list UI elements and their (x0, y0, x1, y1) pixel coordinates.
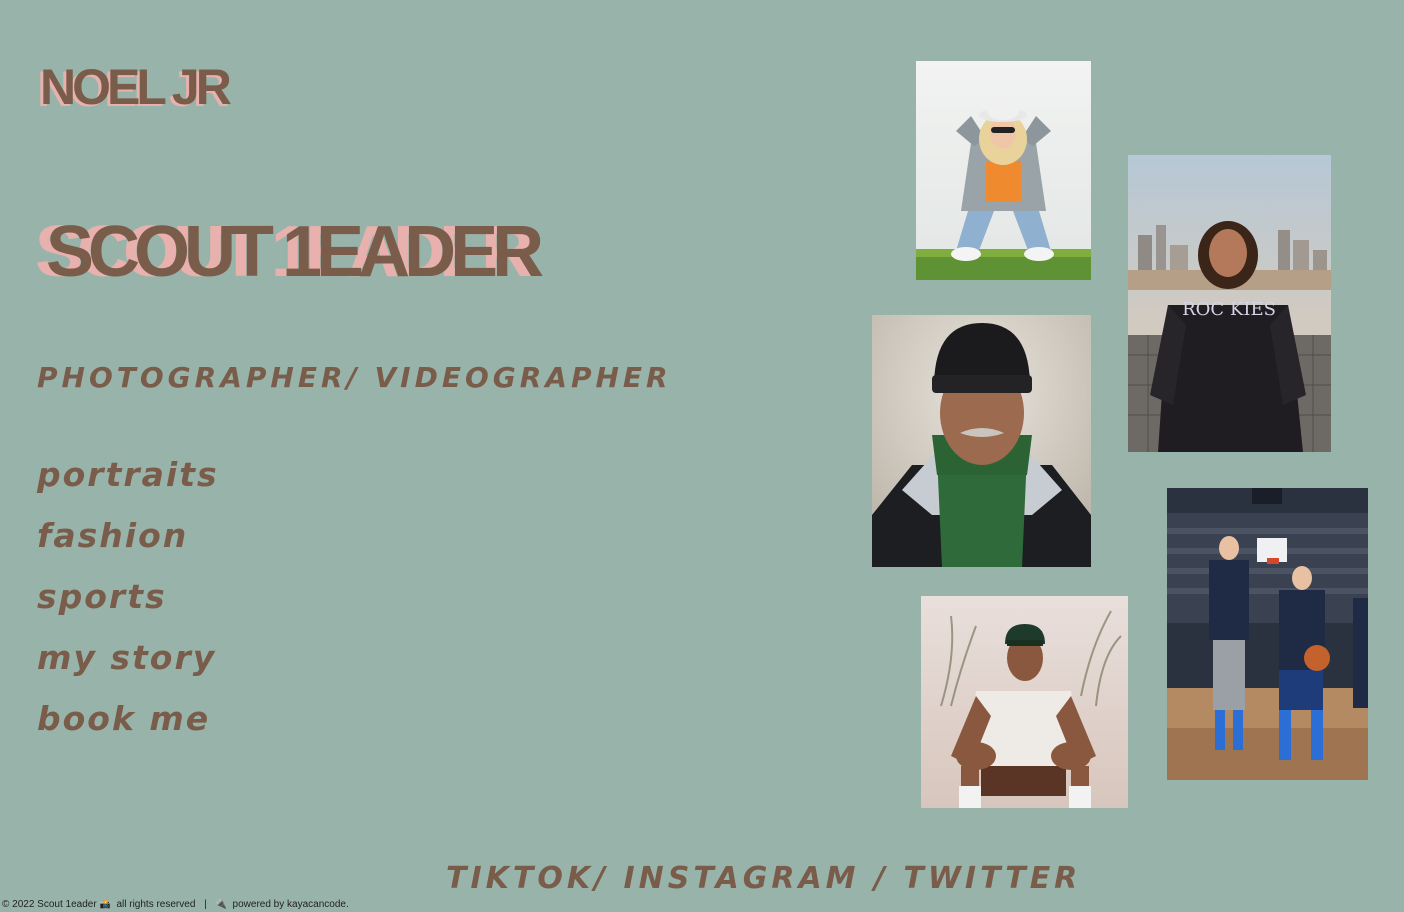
gallery-photo-rockies-jacket[interactable]: ROC KIES (1128, 155, 1331, 452)
nav-link-portraits[interactable]: portraits (37, 458, 219, 519)
gallery-photo-hat-woman[interactable] (916, 61, 1091, 280)
footer-separator: | (204, 899, 207, 910)
rights-text: all rights reserved (116, 899, 196, 910)
role-subtitle: PHOTOGRAPHER/ VIDEOGRAPHER (37, 361, 672, 394)
footer: © 2022 Scout 1eader 📸 all rights reserve… (2, 898, 349, 911)
site-name: NOEL JR (40, 59, 232, 115)
brand-title: SCOUT 1EADER (46, 212, 544, 292)
plug-icon: 🔌 (215, 899, 227, 909)
nav-link-fashion[interactable]: fashion (37, 519, 219, 580)
main-nav: portraits fashion sports my story book m… (37, 458, 219, 763)
social-links[interactable]: TIKTOK/ INSTAGRAM / TWITTER (446, 864, 1081, 894)
svg-text:ROC KIES: ROC KIES (1182, 299, 1276, 320)
gallery-photo-cap-man[interactable] (921, 596, 1128, 808)
copyright-text: © 2022 Scout 1eader (2, 899, 97, 910)
camera-icon: 📸 (99, 899, 111, 909)
powered-by-link[interactable]: powered by kayacancode. (233, 899, 349, 910)
nav-link-book-me[interactable]: book me (37, 702, 219, 763)
nav-link-sports[interactable]: sports (37, 580, 219, 641)
gallery-photo-beanie-man[interactable] (872, 315, 1091, 567)
nav-link-my-story[interactable]: my story (37, 641, 219, 702)
gallery-photo-basketball[interactable] (1167, 488, 1368, 780)
